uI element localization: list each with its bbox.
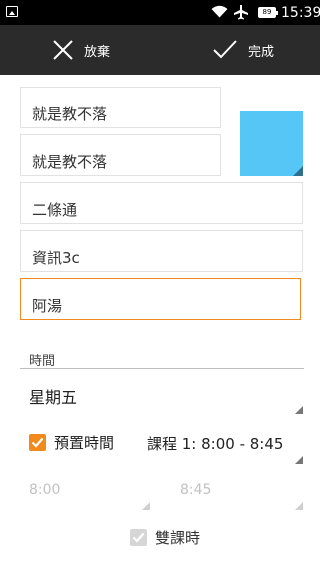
close-icon [53, 40, 73, 60]
end-time-value: 8:45 [180, 482, 212, 498]
discard-label: 放棄 [84, 44, 111, 60]
time-section-title: 時間 [29, 354, 56, 369]
end-time-spinner: 8:45 [172, 474, 303, 510]
start-time-spinner: 8:00 [20, 474, 150, 510]
action-bar: 放棄 完成 [0, 25, 320, 75]
period-value: 課程 1: 8:00 - 8:45 [147, 435, 284, 453]
color-picker-swatch[interactable] [240, 111, 303, 176]
done-button[interactable]: 完成 [212, 25, 274, 75]
period-spinner[interactable]: 課程 1: 8:00 - 8:45 [140, 424, 303, 464]
done-label: 完成 [248, 44, 275, 60]
double-period-checkbox[interactable] [130, 529, 147, 546]
wifi-icon [211, 5, 228, 18]
status-clock: 15:39 [281, 5, 320, 21]
check-icon [132, 532, 145, 543]
dropdown-corner-icon [295, 456, 303, 464]
preset-time-checkbox[interactable] [29, 434, 46, 451]
classroom-value: 二條通 [32, 201, 78, 219]
dropdown-corner-icon [142, 502, 150, 510]
course-name-field-2[interactable]: 就是教不落 [20, 134, 221, 176]
checkmark-icon [213, 40, 237, 59]
battery-icon: 89 [258, 7, 278, 18]
double-period-label: 雙課時 [155, 529, 201, 547]
course-name-2-value: 就是教不落 [32, 153, 108, 171]
airplane-mode-icon [234, 5, 248, 20]
section-divider [20, 368, 304, 369]
start-time-value: 8:00 [29, 482, 61, 498]
check-icon [31, 437, 44, 448]
weekday-value: 星期五 [29, 388, 78, 407]
dropdown-corner-icon [295, 406, 303, 414]
color-picker-corner-icon [293, 166, 303, 176]
dropdown-corner-icon [295, 502, 303, 510]
course-name-field[interactable]: 就是教不落 [20, 87, 221, 128]
status-bar: 89 15:39 [0, 0, 320, 25]
classroom-field[interactable]: 二條通 [20, 182, 303, 224]
note-value: 阿湯 [32, 297, 63, 315]
teacher-field[interactable]: 資訊3c [20, 230, 303, 272]
teacher-value: 資訊3c [32, 249, 80, 267]
preset-time-label: 預置時間 [54, 434, 115, 452]
course-name-value: 就是教不落 [32, 105, 108, 123]
note-field[interactable]: 阿湯 [20, 278, 301, 320]
weekday-spinner[interactable]: 星期五 [20, 378, 303, 414]
photo-icon [6, 6, 18, 17]
discard-button[interactable]: 放棄 [52, 25, 110, 75]
